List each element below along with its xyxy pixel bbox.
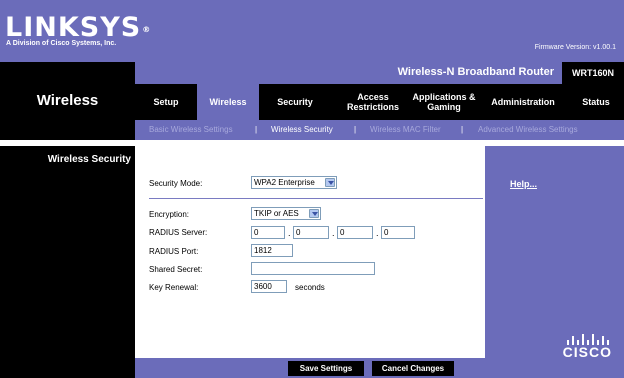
- product-bar: Wireless-N Broadband Router WRT160N: [135, 62, 624, 84]
- radius-port-input[interactable]: [251, 244, 293, 257]
- model-number: WRT160N: [562, 62, 624, 84]
- bottom-left-bar: [0, 358, 135, 378]
- subtab-basic-wireless-settings[interactable]: Basic Wireless Settings: [149, 125, 233, 134]
- wireless-security-form: Security Mode: WPA2 Enterprise Encryptio…: [135, 146, 485, 358]
- save-settings-button[interactable]: Save Settings: [288, 361, 364, 376]
- sidebar-title: Wireless Security: [47, 154, 131, 165]
- key-renewal-unit: seconds: [295, 283, 325, 292]
- section-title: Wireless: [36, 92, 99, 109]
- subtab-separator: |: [354, 125, 357, 134]
- registered-mark: ®: [142, 25, 152, 34]
- radius-server-octet-2[interactable]: [293, 226, 329, 239]
- cisco-logo: CISCO: [485, 334, 624, 360]
- firmware-version: Firmware Version: v1.00.1: [534, 44, 616, 51]
- chevron-down-icon: [309, 209, 319, 218]
- tab-administration[interactable]: Administration: [481, 84, 565, 120]
- product-name: Wireless-N Broadband Router: [397, 66, 554, 78]
- left-divider-strip: [0, 140, 135, 146]
- header-banner: LINKSYS® A Division of Cisco Systems, In…: [0, 0, 624, 62]
- subtab-advanced-wireless-settings[interactable]: Advanced Wireless Settings: [478, 125, 578, 134]
- shared-secret-label: Shared Secret:: [149, 265, 203, 274]
- encryption-select[interactable]: TKIP or AES: [251, 207, 321, 220]
- cancel-changes-button[interactable]: Cancel Changes: [372, 361, 454, 376]
- ip-dot: .: [332, 228, 335, 238]
- help-panel: Help...: [485, 146, 624, 358]
- key-renewal-label: Key Renewal:: [149, 283, 199, 292]
- ip-dot: .: [288, 228, 291, 238]
- subtab-bar: Basic Wireless Settings | Wireless Secur…: [135, 120, 624, 140]
- tab-security[interactable]: Security: [259, 84, 331, 120]
- main-tab-bar: Setup Wireless Security Access Restricti…: [135, 84, 624, 120]
- subtab-separator: |: [255, 125, 258, 134]
- key-renewal-input[interactable]: [251, 280, 287, 293]
- radius-server-octet-4[interactable]: [381, 226, 415, 239]
- radius-server-octet-1[interactable]: [251, 226, 285, 239]
- bottom-action-bar: Save Settings Cancel Changes: [135, 358, 624, 378]
- radius-server-label: RADIUS Server:: [149, 228, 208, 237]
- subtab-wireless-mac-filter[interactable]: Wireless MAC Filter: [370, 125, 441, 134]
- left-column: [0, 62, 135, 378]
- radius-server-octet-3[interactable]: [337, 226, 373, 239]
- tab-applications-gaming[interactable]: Applications & Gaming: [411, 84, 477, 120]
- chevron-down-icon: [325, 178, 335, 187]
- tab-access-restrictions[interactable]: Access Restrictions: [347, 84, 399, 120]
- tab-setup[interactable]: Setup: [135, 84, 197, 120]
- shared-secret-input[interactable]: [251, 262, 375, 275]
- security-mode-value: WPA2 Enterprise: [254, 178, 315, 187]
- security-mode-label: Security Mode:: [149, 179, 203, 188]
- encryption-value: TKIP or AES: [254, 209, 299, 218]
- help-link[interactable]: Help...: [510, 179, 537, 189]
- section-divider: [149, 198, 483, 199]
- tab-wireless[interactable]: Wireless: [197, 84, 259, 120]
- subtab-wireless-security[interactable]: Wireless Security: [271, 125, 333, 134]
- radius-port-label: RADIUS Port:: [149, 247, 199, 256]
- linksys-logo: LINKSYS®: [5, 12, 152, 43]
- tab-status[interactable]: Status: [573, 84, 619, 120]
- logo-subtitle: A Division of Cisco Systems, Inc.: [6, 40, 117, 47]
- subtab-separator: |: [461, 125, 464, 134]
- encryption-label: Encryption:: [149, 210, 190, 219]
- security-mode-select[interactable]: WPA2 Enterprise: [251, 176, 337, 189]
- ip-dot: .: [376, 228, 379, 238]
